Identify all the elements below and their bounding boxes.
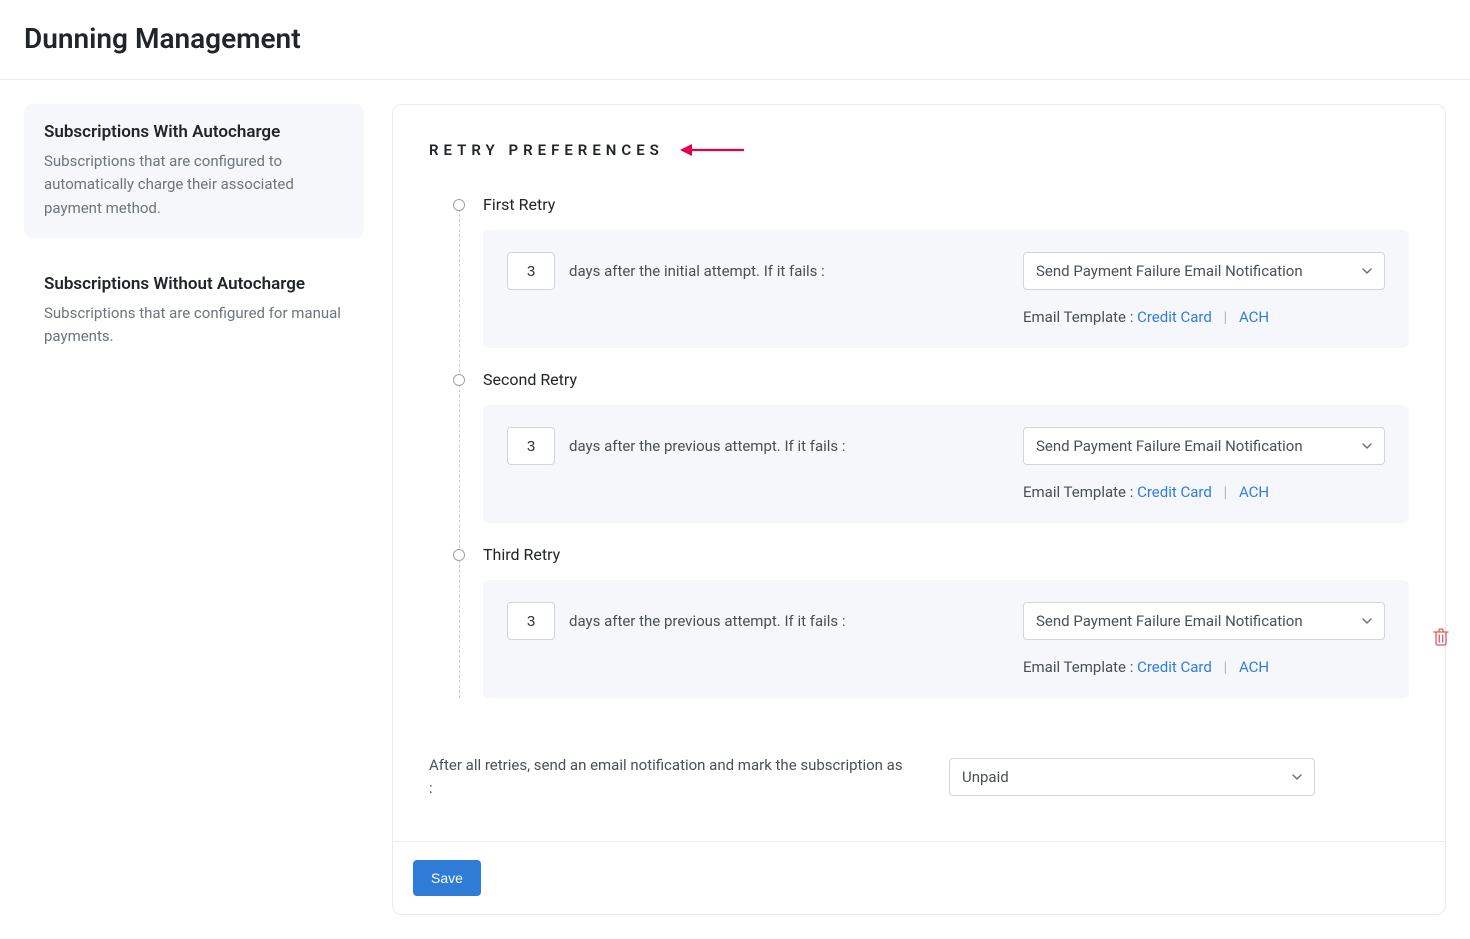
retry-days-input[interactable]: [507, 427, 555, 465]
panel-footer: Save: [393, 841, 1445, 914]
page-header: Dunning Management: [0, 0, 1470, 80]
retry-action-value: Send Payment Failure Email Notification: [1036, 612, 1303, 630]
retry-card: days after the initial attempt. If it fa…: [483, 230, 1409, 348]
sidebar: Subscriptions With Autocharge Subscripti…: [24, 104, 364, 366]
retry-days-text: days after the previous attempt. If it f…: [569, 612, 846, 630]
final-row: After all retries, send an email notific…: [429, 754, 1409, 801]
retry-step-label: Third Retry: [483, 545, 1409, 564]
template-separator: |: [1224, 483, 1228, 501]
email-template-row: Email Template : Credit Card | ACH: [1023, 483, 1385, 501]
template-separator: |: [1224, 658, 1228, 676]
main-panel: RETRY PREFERENCES First Retry days after…: [392, 104, 1446, 915]
sidebar-item-desc: Subscriptions that are configured for ma…: [44, 302, 344, 349]
sidebar-item-title: Subscriptions With Autocharge: [44, 122, 344, 142]
email-template-row: Email Template : Credit Card | ACH: [1023, 658, 1385, 676]
arrow-left-icon: [680, 143, 744, 157]
email-template-label: Email Template :: [1023, 483, 1133, 501]
section-title: RETRY PREFERENCES: [429, 141, 664, 159]
retry-step-label: Second Retry: [483, 370, 1409, 389]
final-status-select[interactable]: Unpaid: [949, 758, 1315, 796]
sidebar-item-with-autocharge[interactable]: Subscriptions With Autocharge Subscripti…: [24, 104, 364, 238]
retry-action-value: Send Payment Failure Email Notification: [1036, 262, 1303, 280]
timeline-dot-icon: [453, 549, 465, 561]
template-link-ach[interactable]: ACH: [1239, 308, 1269, 326]
sidebar-item-desc: Subscriptions that are configured to aut…: [44, 150, 344, 220]
template-link-credit-card[interactable]: Credit Card: [1137, 658, 1212, 676]
delete-retry-button[interactable]: [1433, 628, 1449, 650]
template-link-credit-card[interactable]: Credit Card: [1137, 308, 1212, 326]
trash-icon: [1433, 628, 1449, 646]
template-link-ach[interactable]: ACH: [1239, 483, 1269, 501]
retry-action-select[interactable]: Send Payment Failure Email Notification: [1023, 427, 1385, 465]
retry-action-select[interactable]: Send Payment Failure Email Notification: [1023, 252, 1385, 290]
content-wrap: Subscriptions With Autocharge Subscripti…: [0, 80, 1470, 939]
template-link-ach[interactable]: ACH: [1239, 658, 1269, 676]
retry-card: days after the previous attempt. If it f…: [483, 405, 1409, 523]
template-separator: |: [1224, 308, 1228, 326]
retry-days-text: days after the initial attempt. If it fa…: [569, 262, 825, 280]
retry-step-3: Third Retry days after the previous atte…: [453, 545, 1409, 698]
retry-days-input[interactable]: [507, 252, 555, 290]
retry-action-value: Send Payment Failure Email Notification: [1036, 437, 1303, 455]
retry-step-1: First Retry days after the initial attem…: [453, 195, 1409, 370]
retry-action-select[interactable]: Send Payment Failure Email Notification: [1023, 602, 1385, 640]
save-button[interactable]: Save: [413, 860, 481, 896]
page-title: Dunning Management: [24, 22, 1446, 55]
sidebar-item-without-autocharge[interactable]: Subscriptions Without Autocharge Subscri…: [24, 256, 364, 367]
email-template-label: Email Template :: [1023, 308, 1133, 326]
final-text: After all retries, send an email notific…: [429, 754, 909, 801]
retry-days-input[interactable]: [507, 602, 555, 640]
final-status-value: Unpaid: [962, 768, 1009, 786]
retry-days-text: days after the previous attempt. If it f…: [569, 437, 846, 455]
retry-timeline: First Retry days after the initial attem…: [453, 195, 1409, 698]
template-link-credit-card[interactable]: Credit Card: [1137, 483, 1212, 501]
timeline-dot-icon: [453, 199, 465, 211]
retry-step-2: Second Retry days after the previous att…: [453, 370, 1409, 545]
retry-card: days after the previous attempt. If it f…: [483, 580, 1409, 698]
timeline-dot-icon: [453, 374, 465, 386]
sidebar-item-title: Subscriptions Without Autocharge: [44, 274, 344, 294]
retry-step-label: First Retry: [483, 195, 1409, 214]
email-template-label: Email Template :: [1023, 658, 1133, 676]
section-title-row: RETRY PREFERENCES: [429, 141, 1409, 159]
email-template-row: Email Template : Credit Card | ACH: [1023, 308, 1385, 326]
